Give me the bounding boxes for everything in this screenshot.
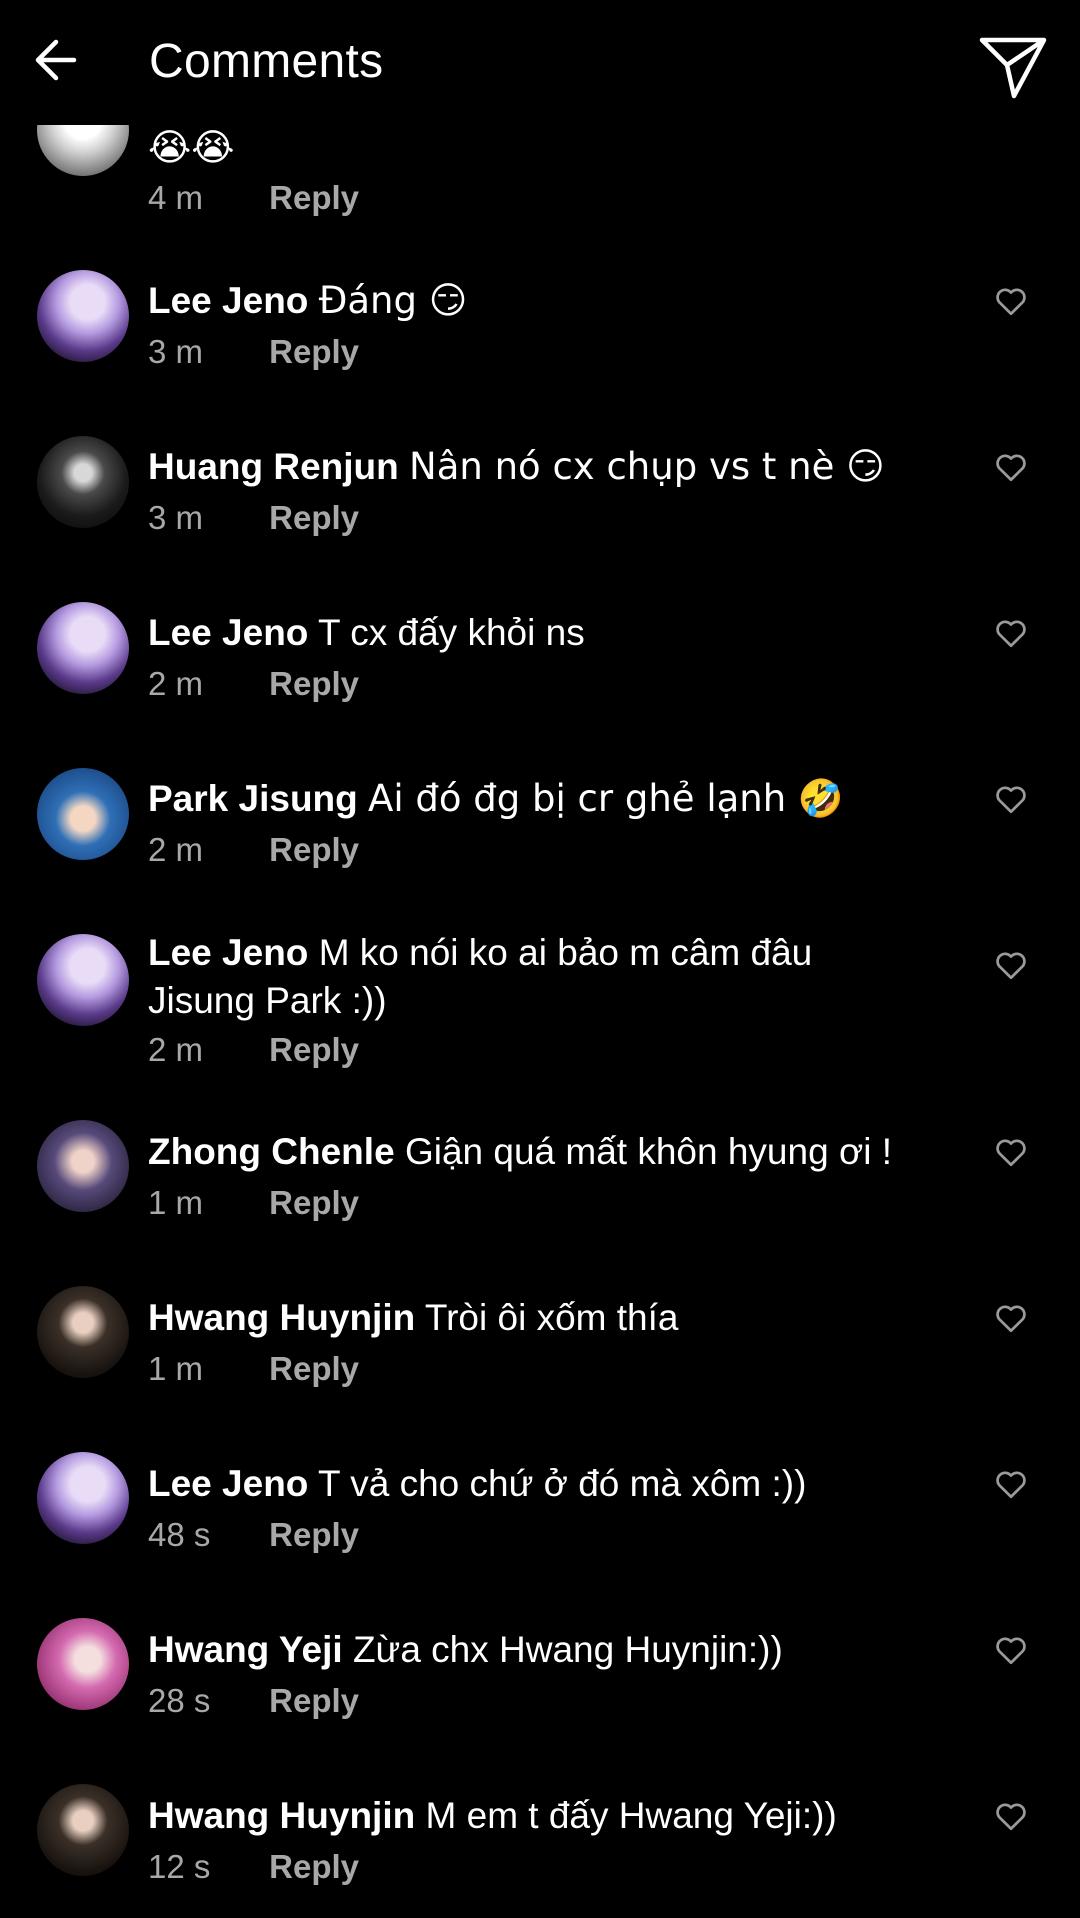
heart-icon[interactable] [993,1134,1029,1170]
comment-meta: 2 m Reply [148,664,359,704]
comment-meta: 2 m Reply [148,1030,359,1070]
reply-button[interactable]: Reply [269,499,359,536]
comment-time: 48 s [148,1516,211,1553]
comment-text: M em t đấy Hwang Yeji:)) [425,1795,837,1836]
heart-icon[interactable] [993,1798,1029,1834]
avatar[interactable] [37,1618,129,1710]
avatar[interactable] [37,1120,129,1212]
comment-body: Zhong Chenle Giận quá mất khôn hyung ơi … [148,1128,938,1176]
comment-text: Đáng 😏 [318,279,468,322]
reply-button[interactable]: Reply [269,179,359,216]
reply-button[interactable]: Reply [269,1848,359,1885]
comment-author[interactable]: Zhong Chenle [148,1131,395,1172]
avatar[interactable] [37,436,129,528]
comment-author[interactable]: Lee Jeno [148,932,308,973]
heart-icon[interactable] [993,781,1029,817]
avatar[interactable] [37,1784,129,1876]
comment-body: Lee Jeno Đáng 😏 [148,277,938,325]
heart-icon[interactable] [993,449,1029,485]
heart-icon[interactable] [993,1300,1029,1336]
comment-meta: 3 m Reply [148,332,359,372]
reply-button[interactable]: Reply [269,1031,359,1068]
reply-button[interactable]: Reply [269,1184,359,1221]
comment-time: 3 m [148,333,204,370]
reply-button[interactable]: Reply [269,333,359,370]
comment-body: Lee Jeno M ko nói ko ai bảo m câm đâu Ji… [148,929,908,1025]
comment-author[interactable]: Lee Jeno [148,612,308,653]
comment-text: T vả cho chứ ở đó mà xôm :)) [318,1463,807,1504]
send-icon[interactable] [974,28,1050,104]
avatar[interactable] [37,1286,129,1378]
comment-author[interactable]: Lee Jeno [148,280,308,321]
comment-time: 2 m [148,831,204,868]
comment-author[interactable]: Hwang Yeji [148,1629,343,1670]
comment-text: Giận quá mất khôn hyung ơi ! [404,1131,892,1172]
comment-author[interactable]: Huang Renjun [148,446,399,487]
comment-body: Hwang Huynjin Tròi ôi xốm thía [148,1294,938,1342]
reply-button[interactable]: Reply [269,1350,359,1387]
page-title: Comments [149,35,384,88]
heart-icon[interactable] [993,283,1029,319]
avatar[interactable] [37,1452,129,1544]
reply-button[interactable]: Reply [269,665,359,702]
comment-text: Zừa chx Hwang Huynjin:)) [352,1629,783,1670]
comment-time: 12 s [148,1848,211,1885]
back-arrow-icon[interactable] [30,30,90,90]
comment-time: 2 m [148,665,204,702]
comment-body: Lee Jeno T vả cho chứ ở đó mà xôm :)) [148,1460,938,1508]
comment-text: Ai đó đg bị cr ghẻ lạnh 🤣 [368,777,845,820]
comment-author[interactable]: Lee Jeno [148,1463,308,1504]
comment-body: Lee Jeno T cx đấy khỏi ns [148,609,938,657]
avatar[interactable] [37,768,129,860]
comment-meta: 4 m Reply [148,178,359,218]
avatar[interactable] [37,602,129,694]
heart-icon[interactable] [993,615,1029,651]
comment-meta: 28 s Reply [148,1681,359,1721]
reply-button[interactable]: Reply [269,1682,359,1719]
comment-meta: 3 m Reply [148,498,359,538]
comment-body: Huang Renjun Nân nó cx chụp vs t nè 😏 [148,443,938,491]
comment-body: Park Jisung Ai đó đg bị cr ghẻ lạnh 🤣 [148,775,938,823]
avatar[interactable] [37,934,129,1026]
comment-time: 28 s [148,1682,211,1719]
reply-button[interactable]: Reply [269,1516,359,1553]
comment-time: 1 m [148,1184,204,1221]
comment-text: 😭😭 [148,126,235,169]
comment-meta: 48 s Reply [148,1515,359,1555]
avatar[interactable] [37,270,129,362]
comment-time: 4 m [148,179,204,216]
reply-button[interactable]: Reply [269,831,359,868]
top-bar: Comments [0,0,1080,125]
heart-icon[interactable] [993,947,1029,983]
comment-author[interactable]: Hwang Huynjin [148,1297,415,1338]
comment-author[interactable]: Hwang Huynjin [148,1795,415,1836]
comment-meta: 1 m Reply [148,1349,359,1389]
comment-text: Tròi ôi xốm thía [424,1297,679,1338]
comment-meta: 1 m Reply [148,1183,359,1223]
comment-body: Hwang Huynjin M em t đấy Hwang Yeji:)) [148,1792,938,1840]
comment-time: 3 m [148,499,204,536]
heart-icon[interactable] [993,1466,1029,1502]
comment-time: 2 m [148,1031,204,1068]
comment-time: 1 m [148,1350,204,1387]
comment-author[interactable]: Park Jisung [148,778,358,819]
comment-body: Hwang Yeji Zừa chx Hwang Huynjin:)) [148,1626,938,1674]
comment-meta: 2 m Reply [148,830,359,870]
comment-text: Nân nó cx chụp vs t nè 😏 [409,445,885,488]
comment-meta: 12 s Reply [148,1847,359,1887]
comment-text: T cx đấy khỏi ns [318,612,585,653]
heart-icon[interactable] [993,1632,1029,1668]
